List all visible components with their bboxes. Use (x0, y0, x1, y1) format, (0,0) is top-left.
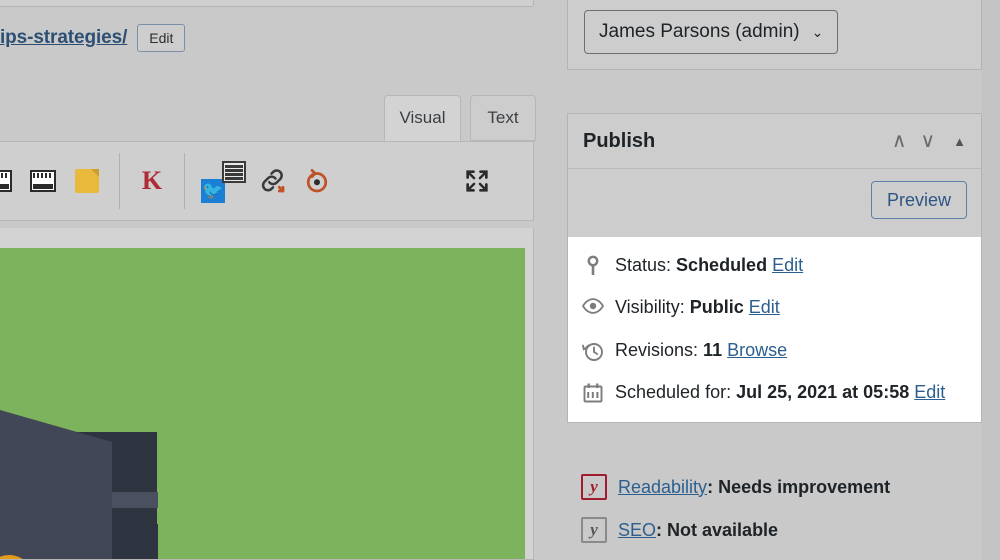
toolbar-group-left: K (0, 142, 174, 220)
expand-glyph (463, 167, 491, 195)
yoast-logo-icon: y (581, 474, 607, 500)
permalink-slug-link[interactable]: g-tips-strategies/ (0, 27, 127, 49)
author-panel-body: James Parsons (admin) ⌄ (568, 0, 981, 71)
visibility-row: Visibility: Public Edit (582, 295, 967, 319)
move-down-icon[interactable]: ∨ (920, 131, 935, 151)
post-status-pin-icon (582, 253, 604, 277)
visibility-edit-link[interactable]: Edit (749, 297, 780, 317)
visibility-text: Visibility: Public Edit (615, 295, 780, 319)
sidebar-right-margin (982, 0, 1000, 560)
publish-panel-header: Publish ∧ ∨ ▲ (568, 114, 981, 169)
toolbar-divider (119, 153, 120, 209)
sticky-note-glyph (75, 169, 99, 193)
preview-button[interactable]: Preview (871, 181, 967, 219)
calendar-icon (582, 380, 604, 404)
publish-panel: Publish ∧ ∨ ▲ Preview (567, 113, 982, 423)
fullscreen-expand-icon[interactable] (455, 153, 499, 209)
table-grid-glyph (30, 170, 56, 192)
chevron-down-icon: ⌄ (812, 24, 824, 41)
editor-toolbar: K 🐦 (0, 141, 534, 221)
yoast-readability-row: y Readability: Needs improvement (581, 474, 968, 500)
publish-panel-title: Publish (583, 130, 655, 153)
tab-text[interactable]: Text (470, 95, 536, 141)
embed-table-glyph (222, 161, 246, 183)
visibility-label: Visibility: (615, 297, 685, 317)
yoast-readability-status: Needs improvement (718, 477, 890, 497)
tab-visual[interactable]: Visual (384, 95, 461, 141)
yoast-analysis-block: y Readability: Needs improvement y SEO: … (567, 466, 982, 560)
post-title-field-bottom-edge[interactable] (0, 0, 534, 7)
toggle-panel-icon[interactable]: ▲ (953, 135, 966, 148)
status-row: Status: Scheduled Edit (582, 253, 967, 277)
permalink-row: g-tips-strategies/ Edit (0, 18, 185, 58)
revision-history-icon[interactable] (295, 153, 339, 209)
yoast-seo-link[interactable]: SEO (618, 520, 656, 540)
status-text: Status: Scheduled Edit (615, 253, 803, 277)
scheduled-row: Scheduled for: Jul 25, 2021 at 05:58 Edi… (582, 380, 967, 404)
scheduled-edit-link[interactable]: Edit (914, 382, 945, 402)
yoast-readability-separator: : (707, 477, 713, 497)
yoast-seo-separator: : (656, 520, 662, 540)
kadence-k-glyph: K (142, 168, 162, 194)
publish-misc-actions: Status: Scheduled Edit Visibility: (568, 237, 981, 422)
kadence-k-icon[interactable]: K (130, 153, 174, 209)
editor-mode-tabs: Visual Text (0, 95, 536, 143)
revisions-value: 11 (703, 340, 722, 360)
tab-text-label: Text (487, 108, 518, 128)
illustration-building-shape (0, 372, 167, 560)
yoast-logo-icon: y (581, 517, 607, 543)
revisions-clock-icon (582, 338, 604, 362)
wordpress-post-editor-screen: g-tips-strategies/ Edit Visual Text (0, 0, 1000, 560)
post-editor-column: g-tips-strategies/ Edit Visual Text (0, 0, 536, 560)
author-select[interactable]: James Parsons (admin) ⌄ (584, 10, 838, 54)
link-glyph (258, 166, 288, 196)
table-row-glyph (0, 170, 12, 192)
yoast-seo-row: y SEO: Not available (581, 517, 968, 543)
scheduled-label: Scheduled for: (615, 382, 731, 402)
insert-link-icon[interactable] (251, 153, 295, 209)
sticky-note-icon[interactable] (65, 153, 109, 209)
edit-permalink-button[interactable]: Edit (137, 24, 185, 52)
revisions-browse-link[interactable]: Browse (727, 340, 787, 360)
revision-glyph (302, 166, 332, 196)
visibility-value: Public (690, 297, 744, 317)
post-featured-illustration (0, 248, 525, 560)
tab-visual-label: Visual (400, 108, 446, 128)
revisions-label: Revisions: (615, 340, 698, 360)
status-edit-link[interactable]: Edit (772, 255, 803, 275)
table-grid-icon[interactable] (21, 153, 65, 209)
table-row-icon[interactable] (0, 153, 21, 209)
move-up-icon[interactable]: ∧ (892, 131, 907, 151)
yoast-seo-status: Not available (667, 520, 778, 540)
yoast-readability-text: Readability: Needs improvement (618, 477, 890, 498)
revisions-text: Revisions: 11 Browse (615, 338, 787, 362)
revisions-row: Revisions: 11 Browse (582, 338, 967, 362)
publish-actions-row: Preview (568, 169, 981, 237)
status-label: Status: (615, 255, 671, 275)
yoast-seo-text: SEO: Not available (618, 520, 778, 541)
status-value: Scheduled (676, 255, 767, 275)
toolbar-divider-2 (184, 153, 185, 209)
visibility-eye-icon (582, 295, 604, 315)
publish-panel-controls: ∧ ∨ ▲ (892, 131, 966, 151)
post-content-canvas[interactable] (0, 228, 534, 560)
twitter-embed-table-icon[interactable]: 🐦 (195, 153, 251, 209)
toolbar-group-right: 🐦 (195, 142, 339, 220)
scheduled-value: Jul 25, 2021 at 05:58 (736, 382, 909, 402)
author-panel: James Parsons (admin) ⌄ (567, 0, 982, 70)
scheduled-text: Scheduled for: Jul 25, 2021 at 05:58 Edi… (615, 380, 945, 404)
yoast-readability-link[interactable]: Readability (618, 477, 707, 497)
author-select-value: James Parsons (admin) (599, 21, 800, 43)
